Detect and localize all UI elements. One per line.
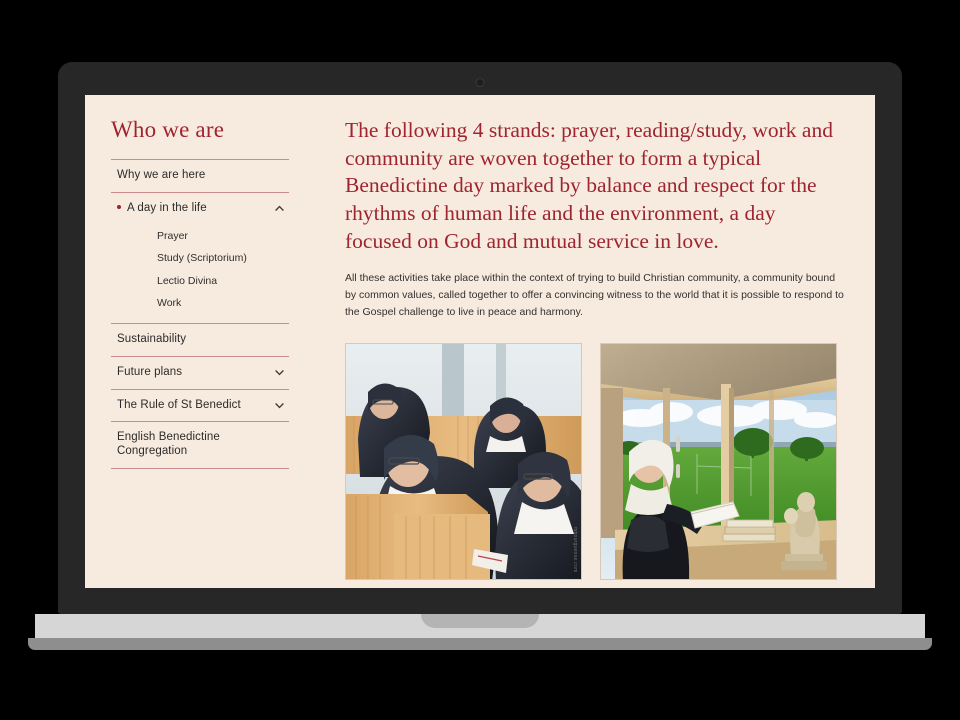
sidebar-item-label-wrap: A day in the life: [117, 202, 207, 216]
sidebar-item-english-benedictine-congregation[interactable]: English Benedictine Congregation: [111, 422, 289, 468]
laptop-base-notch: [421, 614, 539, 628]
sidebar-group-why-we-are-here: Why we are here: [111, 160, 289, 193]
photo-watermark: mbourguesse.com: [572, 527, 578, 573]
lede-paragraph: The following 4 strands: prayer, reading…: [345, 118, 833, 253]
sidebar-subitem-prayer[interactable]: Prayer: [111, 225, 289, 248]
sidebar-item-label: A day in the life: [127, 201, 207, 214]
sidebar-group-the-rule-of-st-benedict: The Rule of St Benedict: [111, 390, 289, 423]
sidebar-item-a-day-in-the-life[interactable]: A day in the life: [111, 193, 289, 225]
active-bullet-icon: [117, 204, 121, 209]
page-title: Who we are: [111, 117, 225, 142]
webcam-icon: [475, 78, 485, 87]
chevron-down-icon[interactable]: [274, 367, 285, 378]
photo-study-scriptorium[interactable]: [600, 342, 837, 580]
sidebar-item-future-plans[interactable]: Future plans: [111, 357, 289, 389]
sidebar-subitem-work[interactable]: Work: [111, 292, 289, 315]
sidebar-item-label: The Rule of St Benedict: [117, 398, 241, 411]
photo-gallery: mbourguesse.com Prayer: [345, 342, 847, 588]
sidebar-item-why-we-are-here[interactable]: Why we are here: [111, 160, 289, 192]
web-page: Who we are Why we are here A day in the …: [85, 95, 875, 588]
sidebar-subitem-lectio-divina[interactable]: Lectio Divina: [111, 270, 289, 293]
sidebar-group-sustainability: Sustainability: [111, 324, 289, 357]
photo-prayer[interactable]: mbourguesse.com: [345, 342, 582, 580]
gallery-item-study: Study (Scriptorium): [600, 342, 837, 588]
sidebar-item-label: Sustainability: [117, 332, 187, 345]
sidebar-group-english-benedictine-congregation: English Benedictine Congregation: [111, 422, 289, 469]
sidebar-subitem-study-scriptorium[interactable]: Study (Scriptorium): [111, 247, 289, 270]
sidebar-item-the-rule-of-st-benedict[interactable]: The Rule of St Benedict: [111, 390, 289, 422]
laptop-screen: Who we are Why we are here A day in the …: [85, 95, 875, 588]
sidebar-group-future-plans: Future plans: [111, 357, 289, 390]
chevron-down-icon[interactable]: [274, 400, 285, 411]
sidebar-item-label: Future plans: [117, 365, 183, 378]
body-paragraph: All these activities take place within t…: [345, 271, 844, 318]
sidebar-nav: Why we are here A day in the life Prayer…: [111, 159, 289, 469]
sidebar-item-label: Why we are here: [117, 169, 206, 181]
sidebar-group-a-day-in-the-life: A day in the life Prayer Study (Scriptor…: [111, 193, 289, 324]
main-content: The following 4 strands: prayer, reading…: [315, 95, 875, 588]
sidebar: Who we are Why we are here A day in the …: [85, 95, 315, 588]
chevron-up-icon[interactable]: [274, 203, 285, 214]
laptop-lid: Who we are Why we are here A day in the …: [58, 62, 902, 614]
sidebar-item-label: English Benedictine Congregation: [117, 431, 220, 458]
gallery-item-prayer: mbourguesse.com Prayer: [345, 342, 582, 588]
sidebar-subnav: Prayer Study (Scriptorium) Lectio Divina…: [111, 225, 289, 323]
sidebar-item-sustainability[interactable]: Sustainability: [111, 324, 289, 356]
screenshot-canvas: Who we are Why we are here A day in the …: [0, 0, 960, 720]
laptop-base-shadow: [28, 638, 932, 650]
